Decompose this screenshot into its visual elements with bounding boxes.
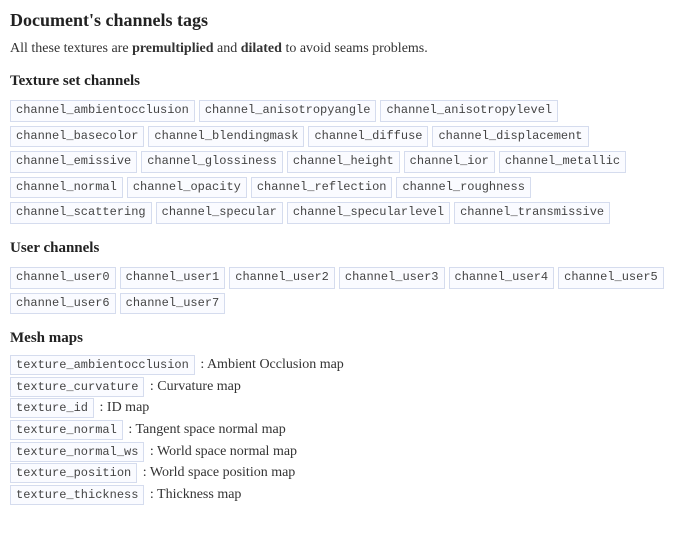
user-channel-tag-group: channel_user0channel_user1channel_user2c… xyxy=(10,267,672,314)
intro-text: All these textures are xyxy=(10,41,132,56)
channel-tag: channel_specular xyxy=(156,202,283,224)
mesh-maps-list: texture_ambientocclusion : Ambient Occlu… xyxy=(10,357,672,503)
mesh-map-desc: : Curvature map xyxy=(146,379,240,394)
heading-texture-set-channels: Texture set channels xyxy=(10,73,672,90)
channel-tag: channel_user6 xyxy=(10,293,116,315)
channel-tag: channel_ior xyxy=(404,151,495,173)
mesh-map-desc: : Tangent space normal map xyxy=(125,422,286,437)
channel-tag: channel_ambientocclusion xyxy=(10,100,195,122)
channel-tag: channel_height xyxy=(287,151,400,173)
channel-tag: channel_normal xyxy=(10,177,123,199)
channel-tag: channel_opacity xyxy=(127,177,247,199)
channel-tag: channel_user2 xyxy=(229,267,335,289)
mesh-map-row: texture_thickness : Thickness map xyxy=(10,487,672,504)
intro-text: and xyxy=(213,41,240,56)
channel-tag: channel_diffuse xyxy=(308,126,428,148)
mesh-map-row: texture_curvature : Curvature map xyxy=(10,379,672,396)
mesh-map-desc: : Thickness map xyxy=(146,487,241,502)
channel-tag: channel_blendingmask xyxy=(148,126,304,148)
channel-tag: channel_metallic xyxy=(499,151,626,173)
mesh-map-tag: texture_position xyxy=(10,463,137,483)
intro-text: to avoid seams problems. xyxy=(282,41,428,56)
channel-tag: channel_user1 xyxy=(120,267,226,289)
channel-tag: channel_user7 xyxy=(120,293,226,315)
channel-tag: channel_reflection xyxy=(251,177,393,199)
intro-bold-premultiplied: premultiplied xyxy=(132,41,213,56)
mesh-map-tag: texture_normal xyxy=(10,420,123,440)
channel-tag: channel_user4 xyxy=(449,267,555,289)
heading-mesh-maps: Mesh maps xyxy=(10,330,672,347)
channel-tag: channel_displacement xyxy=(432,126,588,148)
channel-tag: channel_glossiness xyxy=(141,151,283,173)
mesh-map-desc: : World space position map xyxy=(139,465,295,480)
mesh-map-desc: : Ambient Occlusion map xyxy=(197,357,344,372)
channel-tag: channel_anisotropylevel xyxy=(380,100,558,122)
channel-tag: channel_user0 xyxy=(10,267,116,289)
mesh-map-desc: : World space normal map xyxy=(146,444,297,459)
channel-tag: channel_specularlevel xyxy=(287,202,450,224)
mesh-map-row: texture_ambientocclusion : Ambient Occlu… xyxy=(10,357,672,374)
mesh-map-row: texture_normal : Tangent space normal ma… xyxy=(10,422,672,439)
mesh-map-tag: texture_normal_ws xyxy=(10,442,144,462)
mesh-map-row: texture_normal_ws : World space normal m… xyxy=(10,444,672,461)
channel-tag: channel_emissive xyxy=(10,151,137,173)
channel-tag: channel_roughness xyxy=(396,177,530,199)
channel-tag: channel_transmissive xyxy=(454,202,610,224)
texture-set-tag-group: channel_ambientocclusionchannel_anisotro… xyxy=(10,100,672,224)
channel-tag: channel_user3 xyxy=(339,267,445,289)
intro-bold-dilated: dilated xyxy=(241,41,282,56)
heading-user-channels: User channels xyxy=(10,240,672,257)
channel-tag: channel_scattering xyxy=(10,202,152,224)
channel-tag: channel_anisotropyangle xyxy=(199,100,377,122)
mesh-map-tag: texture_id xyxy=(10,398,94,418)
channel-tag: channel_basecolor xyxy=(10,126,144,148)
mesh-map-desc: : ID map xyxy=(96,400,149,415)
page-title: Document's channels tags xyxy=(10,10,672,31)
mesh-map-tag: texture_ambientocclusion xyxy=(10,355,195,375)
mesh-map-row: texture_position : World space position … xyxy=(10,465,672,482)
mesh-map-row: texture_id : ID map xyxy=(10,400,672,417)
intro-paragraph: All these textures are premultiplied and… xyxy=(10,41,672,57)
channel-tag: channel_user5 xyxy=(558,267,664,289)
mesh-map-tag: texture_curvature xyxy=(10,377,144,397)
mesh-map-tag: texture_thickness xyxy=(10,485,144,505)
